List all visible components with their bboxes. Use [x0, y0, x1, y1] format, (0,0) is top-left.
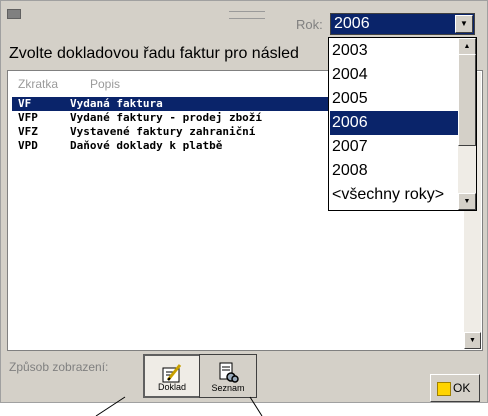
callout-line-doklad — [95, 396, 126, 416]
callout-lines — [95, 396, 263, 416]
callout-line-seznam — [249, 396, 263, 416]
